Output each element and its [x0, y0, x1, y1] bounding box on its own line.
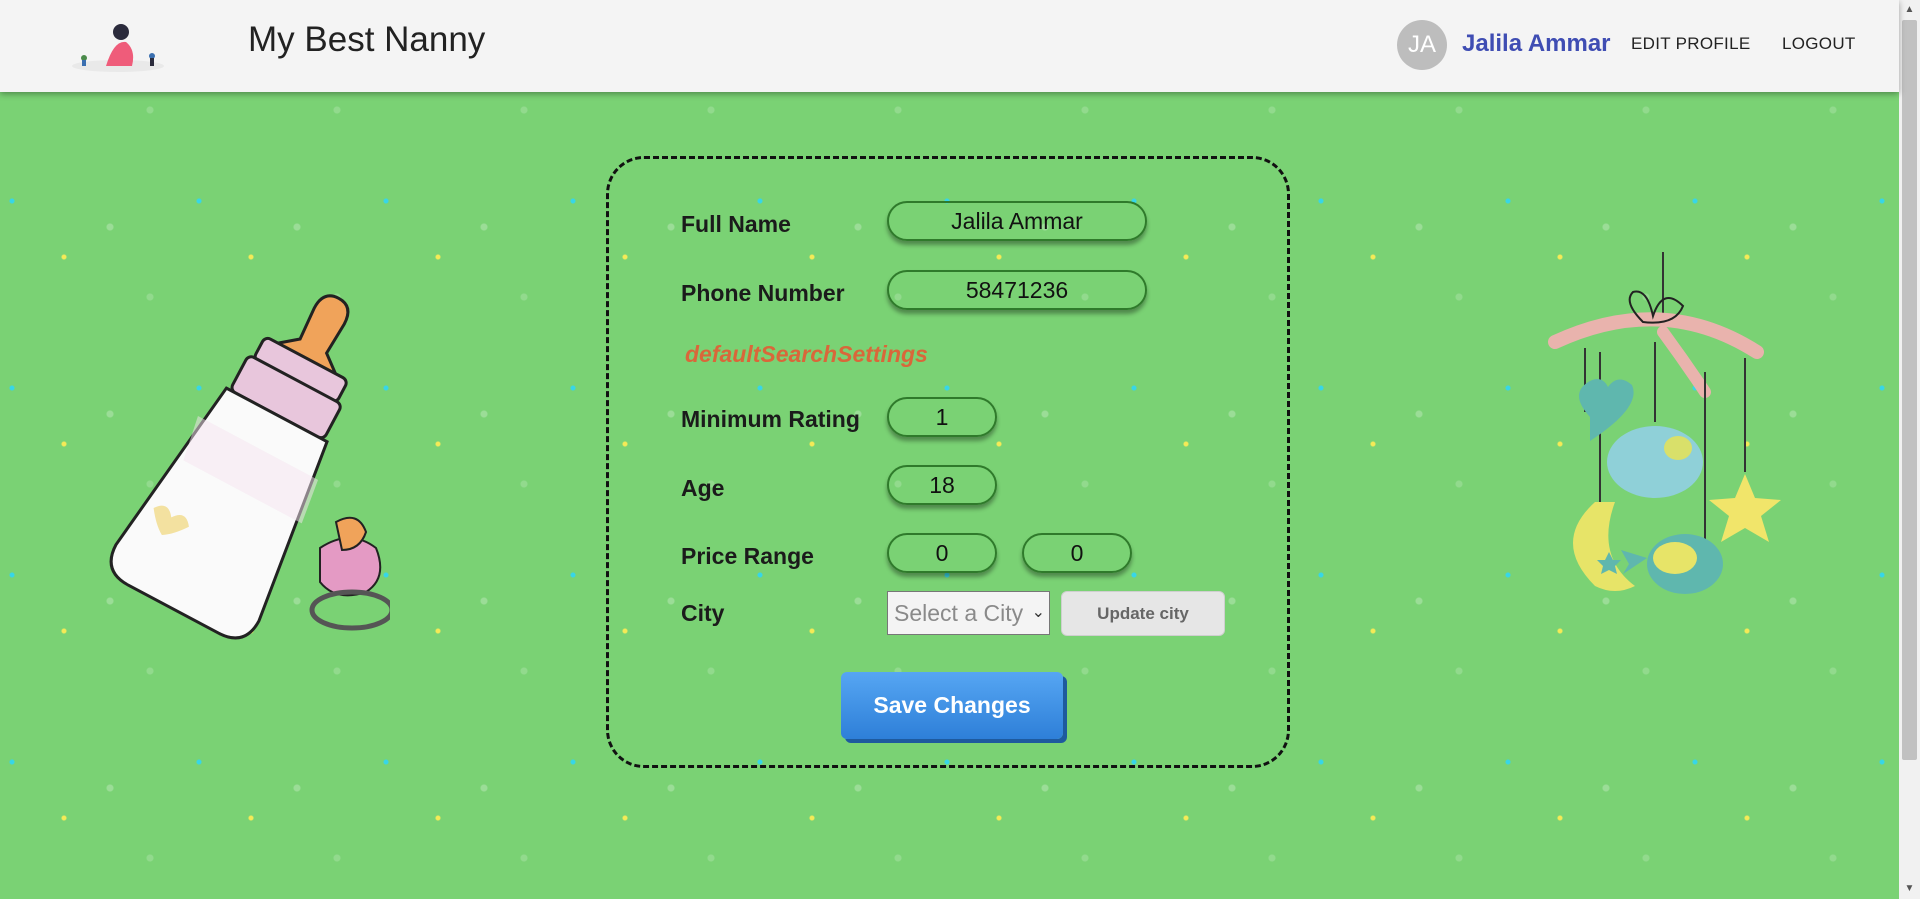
- price-max-field[interactable]: [1022, 533, 1132, 573]
- edit-profile-button[interactable]: EDIT PROFILE: [1631, 34, 1750, 54]
- scroll-down-arrow-icon[interactable]: ▼: [1899, 881, 1920, 897]
- full-name-label: Full Name: [681, 211, 791, 237]
- scroll-up-arrow-icon[interactable]: ▲: [1899, 2, 1920, 18]
- minimum-rating-label: Minimum Rating: [681, 406, 860, 432]
- app-bar: My Best Nanny JA Jalila Ammar EDIT PROFI…: [0, 0, 1899, 92]
- scroll-thumb[interactable]: [1902, 20, 1917, 760]
- avatar[interactable]: JA: [1397, 20, 1447, 70]
- chevron-down-icon: ⌄: [1031, 604, 1045, 621]
- nanny-logo[interactable]: [66, 10, 170, 78]
- update-city-button[interactable]: Update city: [1061, 591, 1225, 636]
- logout-button[interactable]: LOGOUT: [1782, 34, 1856, 54]
- page-scrollbar[interactable]: ▲ ▼: [1899, 0, 1920, 899]
- user-name[interactable]: Jalila Ammar: [1462, 30, 1611, 58]
- baby-mobile-illustration: [1548, 252, 1781, 594]
- price-range-label: Price Range: [681, 543, 814, 569]
- default-search-settings-heading: defaultSearchSettings: [685, 341, 928, 367]
- baby-bottle-illustration: [109, 294, 390, 640]
- city-select[interactable]: Select a City ⌄: [887, 591, 1050, 635]
- age-field[interactable]: [887, 465, 997, 505]
- phone-number-label: Phone Number: [681, 280, 845, 306]
- phone-number-field[interactable]: [887, 270, 1147, 310]
- app-title: My Best Nanny: [248, 20, 486, 59]
- profile-form-card: Full Name Phone Number defaultSearchSett…: [606, 156, 1290, 768]
- price-min-field[interactable]: [887, 533, 997, 573]
- full-name-field[interactable]: [887, 201, 1147, 241]
- save-changes-button[interactable]: Save Changes: [841, 672, 1063, 739]
- city-label: City: [681, 600, 725, 626]
- city-select-value: Select a City: [894, 599, 1024, 626]
- minimum-rating-field[interactable]: [887, 397, 997, 437]
- age-label: Age: [681, 475, 725, 501]
